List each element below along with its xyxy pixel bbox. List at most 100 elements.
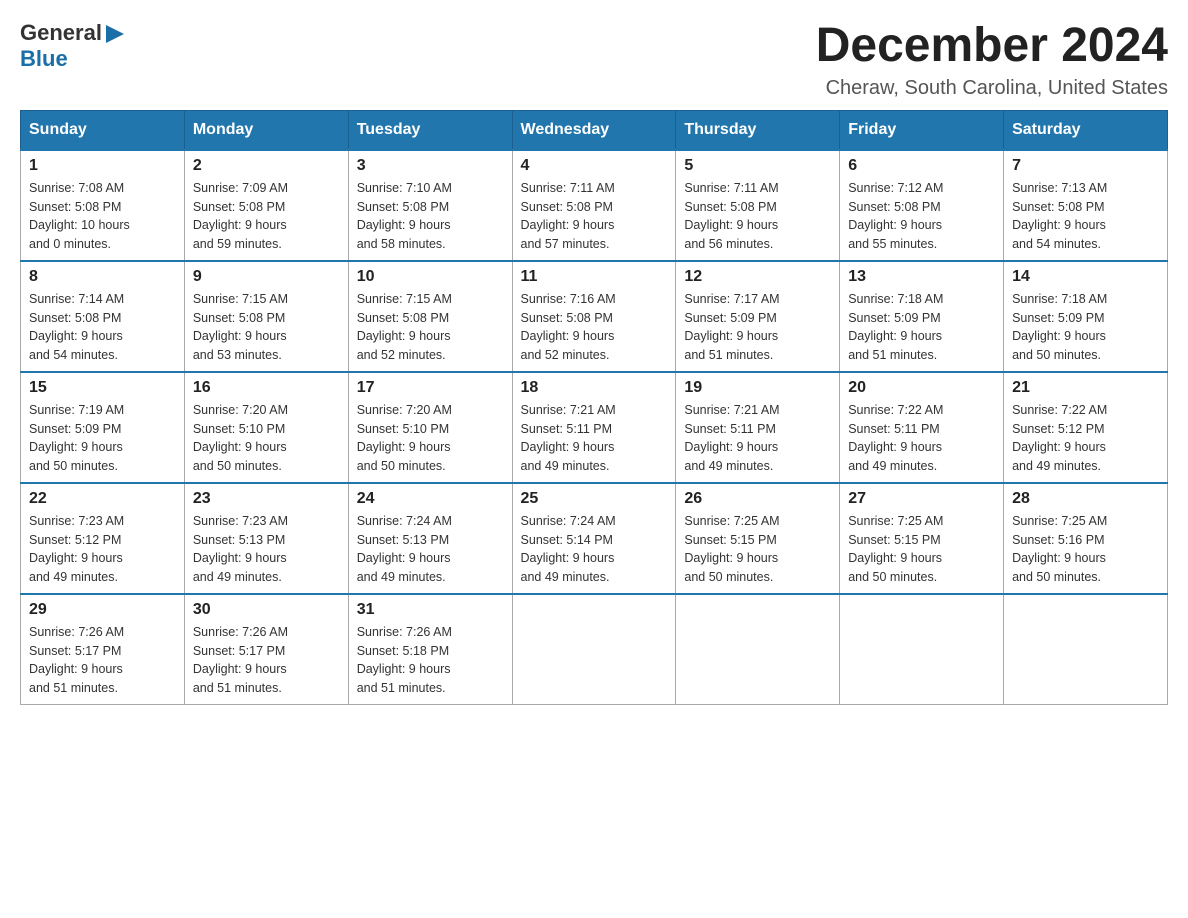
day-info: Sunrise: 7:19 AMSunset: 5:09 PMDaylight:… [29,401,176,476]
page-header: General Blue December 2024 Cheraw, South… [20,20,1168,100]
table-row: 23 Sunrise: 7:23 AMSunset: 5:13 PMDaylig… [184,483,348,594]
day-info: Sunrise: 7:15 AMSunset: 5:08 PMDaylight:… [357,290,504,365]
day-number: 29 [29,601,176,619]
day-number: 27 [848,490,995,508]
day-number: 24 [357,490,504,508]
month-title: December 2024 [816,20,1168,73]
table-row: 2 Sunrise: 7:09 AMSunset: 5:08 PMDayligh… [184,150,348,261]
table-row: 27 Sunrise: 7:25 AMSunset: 5:15 PMDaylig… [840,483,1004,594]
day-info: Sunrise: 7:25 AMSunset: 5:15 PMDaylight:… [684,512,831,587]
col-monday: Monday [184,110,348,150]
logo-arrow-icon [104,23,126,45]
day-number: 16 [193,379,340,397]
day-info: Sunrise: 7:13 AMSunset: 5:08 PMDaylight:… [1012,179,1159,254]
day-info: Sunrise: 7:21 AMSunset: 5:11 PMDaylight:… [521,401,668,476]
table-row: 9 Sunrise: 7:15 AMSunset: 5:08 PMDayligh… [184,261,348,372]
day-number: 26 [684,490,831,508]
table-row: 25 Sunrise: 7:24 AMSunset: 5:14 PMDaylig… [512,483,676,594]
col-tuesday: Tuesday [348,110,512,150]
table-row: 5 Sunrise: 7:11 AMSunset: 5:08 PMDayligh… [676,150,840,261]
table-row [840,594,1004,705]
day-info: Sunrise: 7:17 AMSunset: 5:09 PMDaylight:… [684,290,831,365]
table-row: 1 Sunrise: 7:08 AMSunset: 5:08 PMDayligh… [21,150,185,261]
day-number: 14 [1012,268,1159,286]
day-number: 2 [193,157,340,175]
day-info: Sunrise: 7:18 AMSunset: 5:09 PMDaylight:… [848,290,995,365]
table-row: 4 Sunrise: 7:11 AMSunset: 5:08 PMDayligh… [512,150,676,261]
day-info: Sunrise: 7:25 AMSunset: 5:16 PMDaylight:… [1012,512,1159,587]
calendar-week-row: 29 Sunrise: 7:26 AMSunset: 5:17 PMDaylig… [21,594,1168,705]
table-row: 13 Sunrise: 7:18 AMSunset: 5:09 PMDaylig… [840,261,1004,372]
day-number: 28 [1012,490,1159,508]
day-number: 1 [29,157,176,175]
day-info: Sunrise: 7:12 AMSunset: 5:08 PMDaylight:… [848,179,995,254]
calendar-week-row: 15 Sunrise: 7:19 AMSunset: 5:09 PMDaylig… [21,372,1168,483]
table-row: 29 Sunrise: 7:26 AMSunset: 5:17 PMDaylig… [21,594,185,705]
logo-general-text: General [20,20,102,46]
day-number: 11 [521,268,668,286]
day-number: 8 [29,268,176,286]
table-row: 10 Sunrise: 7:15 AMSunset: 5:08 PMDaylig… [348,261,512,372]
table-row: 20 Sunrise: 7:22 AMSunset: 5:11 PMDaylig… [840,372,1004,483]
col-thursday: Thursday [676,110,840,150]
table-row: 12 Sunrise: 7:17 AMSunset: 5:09 PMDaylig… [676,261,840,372]
day-info: Sunrise: 7:26 AMSunset: 5:17 PMDaylight:… [29,623,176,698]
day-info: Sunrise: 7:23 AMSunset: 5:13 PMDaylight:… [193,512,340,587]
table-row: 22 Sunrise: 7:23 AMSunset: 5:12 PMDaylig… [21,483,185,594]
day-info: Sunrise: 7:15 AMSunset: 5:08 PMDaylight:… [193,290,340,365]
table-row: 17 Sunrise: 7:20 AMSunset: 5:10 PMDaylig… [348,372,512,483]
table-row [512,594,676,705]
col-friday: Friday [840,110,1004,150]
col-saturday: Saturday [1004,110,1168,150]
table-row: 14 Sunrise: 7:18 AMSunset: 5:09 PMDaylig… [1004,261,1168,372]
table-row: 6 Sunrise: 7:12 AMSunset: 5:08 PMDayligh… [840,150,1004,261]
table-row: 3 Sunrise: 7:10 AMSunset: 5:08 PMDayligh… [348,150,512,261]
day-number: 12 [684,268,831,286]
calendar-table: Sunday Monday Tuesday Wednesday Thursday… [20,110,1168,705]
day-number: 20 [848,379,995,397]
day-info: Sunrise: 7:18 AMSunset: 5:09 PMDaylight:… [1012,290,1159,365]
day-info: Sunrise: 7:09 AMSunset: 5:08 PMDaylight:… [193,179,340,254]
table-row: 26 Sunrise: 7:25 AMSunset: 5:15 PMDaylig… [676,483,840,594]
table-row: 30 Sunrise: 7:26 AMSunset: 5:17 PMDaylig… [184,594,348,705]
table-row [676,594,840,705]
day-info: Sunrise: 7:26 AMSunset: 5:17 PMDaylight:… [193,623,340,698]
table-row: 15 Sunrise: 7:19 AMSunset: 5:09 PMDaylig… [21,372,185,483]
location-title: Cheraw, South Carolina, United States [816,77,1168,100]
day-number: 25 [521,490,668,508]
day-number: 21 [1012,379,1159,397]
day-info: Sunrise: 7:11 AMSunset: 5:08 PMDaylight:… [521,179,668,254]
day-number: 18 [521,379,668,397]
table-row: 11 Sunrise: 7:16 AMSunset: 5:08 PMDaylig… [512,261,676,372]
day-info: Sunrise: 7:10 AMSunset: 5:08 PMDaylight:… [357,179,504,254]
table-row: 7 Sunrise: 7:13 AMSunset: 5:08 PMDayligh… [1004,150,1168,261]
col-wednesday: Wednesday [512,110,676,150]
day-number: 5 [684,157,831,175]
day-info: Sunrise: 7:24 AMSunset: 5:14 PMDaylight:… [521,512,668,587]
day-info: Sunrise: 7:14 AMSunset: 5:08 PMDaylight:… [29,290,176,365]
day-number: 17 [357,379,504,397]
day-info: Sunrise: 7:20 AMSunset: 5:10 PMDaylight:… [193,401,340,476]
table-row: 24 Sunrise: 7:24 AMSunset: 5:13 PMDaylig… [348,483,512,594]
day-number: 22 [29,490,176,508]
table-row: 28 Sunrise: 7:25 AMSunset: 5:16 PMDaylig… [1004,483,1168,594]
day-number: 15 [29,379,176,397]
day-info: Sunrise: 7:26 AMSunset: 5:18 PMDaylight:… [357,623,504,698]
day-info: Sunrise: 7:22 AMSunset: 5:12 PMDaylight:… [1012,401,1159,476]
day-info: Sunrise: 7:25 AMSunset: 5:15 PMDaylight:… [848,512,995,587]
table-row: 18 Sunrise: 7:21 AMSunset: 5:11 PMDaylig… [512,372,676,483]
table-row: 21 Sunrise: 7:22 AMSunset: 5:12 PMDaylig… [1004,372,1168,483]
day-info: Sunrise: 7:11 AMSunset: 5:08 PMDaylight:… [684,179,831,254]
day-info: Sunrise: 7:23 AMSunset: 5:12 PMDaylight:… [29,512,176,587]
day-number: 13 [848,268,995,286]
title-block: December 2024 Cheraw, South Carolina, Un… [816,20,1168,100]
day-number: 19 [684,379,831,397]
day-number: 7 [1012,157,1159,175]
day-info: Sunrise: 7:08 AMSunset: 5:08 PMDaylight:… [29,179,176,254]
day-info: Sunrise: 7:20 AMSunset: 5:10 PMDaylight:… [357,401,504,476]
table-row [1004,594,1168,705]
table-row: 16 Sunrise: 7:20 AMSunset: 5:10 PMDaylig… [184,372,348,483]
day-info: Sunrise: 7:22 AMSunset: 5:11 PMDaylight:… [848,401,995,476]
day-info: Sunrise: 7:21 AMSunset: 5:11 PMDaylight:… [684,401,831,476]
day-number: 31 [357,601,504,619]
